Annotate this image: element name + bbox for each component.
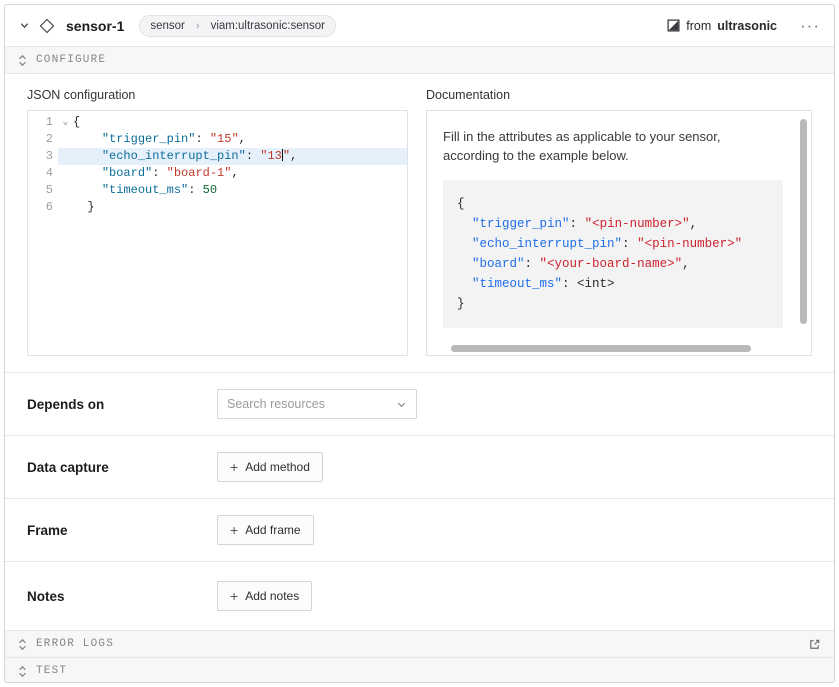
frame-label: Frame [27, 523, 217, 538]
frame-row: Frame + Add frame [5, 498, 834, 561]
notes-label: Notes [27, 589, 217, 604]
fold-gutter [58, 165, 73, 182]
from-label: from [686, 19, 711, 33]
fold-chevron-icon[interactable]: ⌄ [58, 114, 73, 131]
test-section-label: TEST [36, 665, 67, 677]
module-icon [667, 19, 680, 32]
line-number: 4 [28, 165, 58, 182]
add-notes-button-label: Add notes [245, 589, 299, 603]
doc-code-block: { "trigger_pin": "<pin-number>", "echo_i… [443, 180, 783, 328]
open-external-icon[interactable] [808, 638, 821, 651]
configure-section-label: CONFIGURE [36, 54, 106, 66]
add-method-button[interactable]: + Add method [217, 452, 323, 482]
editor-line[interactable]: 6 } [28, 199, 407, 216]
vertical-scrollbar-thumb[interactable] [800, 119, 807, 324]
depends-on-select[interactable]: Search resources [217, 389, 417, 419]
component-card: sensor-1 sensor › viam:ultrasonic:sensor… [4, 4, 835, 683]
component-title: sensor-1 [66, 18, 124, 34]
doc-code-line: "timeout_ms": <int> [457, 274, 769, 294]
json-editor[interactable]: 1⌄{2 "trigger_pin": "15",3 "echo_interru… [27, 110, 408, 356]
add-frame-button-label: Add frame [245, 523, 300, 537]
type-badge: sensor [140, 16, 195, 36]
editor-line[interactable]: 4 "board": "board-1", [28, 165, 407, 182]
collapse-chevron-icon[interactable] [19, 20, 30, 31]
line-number: 1 [28, 114, 58, 131]
unfold-icon [18, 638, 27, 651]
line-number: 2 [28, 131, 58, 148]
horizontal-scrollbar-thumb[interactable] [451, 345, 751, 352]
error-logs-section-label: ERROR LOGS [36, 638, 114, 650]
doc-code-line: "echo_interrupt_pin": "<pin-number>" [457, 234, 769, 254]
json-configuration-label: JSON configuration [27, 88, 408, 102]
error-logs-section-bar[interactable]: ERROR LOGS [5, 630, 834, 657]
documentation-panel: Fill in the attributes as applicable to … [426, 110, 812, 356]
from-module-name: ultrasonic [717, 19, 777, 33]
add-method-button-label: Add method [245, 460, 310, 474]
data-capture-row: Data capture + Add method [5, 435, 834, 498]
doc-code-line: "trigger_pin": "<pin-number>", [457, 214, 769, 234]
depends-on-placeholder: Search resources [227, 397, 396, 411]
test-section-bar[interactable]: TEST [5, 657, 834, 683]
line-number: 6 [28, 199, 58, 216]
doc-code-line: "board": "<your-board-name>", [457, 254, 769, 274]
fold-gutter [58, 199, 73, 216]
module-origin: from ultrasonic [667, 19, 777, 33]
documentation-intro-text: Fill in the attributes as applicable to … [443, 128, 773, 166]
unfold-icon [18, 665, 27, 678]
data-capture-label: Data capture [27, 460, 217, 475]
fold-gutter [58, 131, 73, 148]
depends-on-row: Depends on Search resources [5, 372, 834, 435]
documentation-label: Documentation [426, 88, 812, 102]
doc-code-line: { [457, 194, 769, 214]
editor-line[interactable]: 1⌄{ [28, 114, 407, 131]
chevron-down-icon [396, 399, 407, 410]
add-frame-button[interactable]: + Add frame [217, 515, 314, 545]
plus-icon: + [230, 523, 238, 537]
json-editor-lines: 1⌄{2 "trigger_pin": "15",3 "echo_interru… [28, 114, 407, 216]
unfold-icon [18, 54, 27, 67]
fold-gutter [58, 182, 73, 199]
line-number: 5 [28, 182, 58, 199]
model-badge: viam:ultrasonic:sensor [201, 16, 335, 36]
configure-content: JSON configuration 1⌄{2 "trigger_pin": "… [5, 74, 834, 372]
plus-icon: + [230, 460, 238, 474]
overflow-menu-icon[interactable]: ··· [800, 17, 820, 34]
editor-line[interactable]: 2 "trigger_pin": "15", [28, 131, 407, 148]
editor-line[interactable]: 3 "echo_interrupt_pin": "13", [28, 148, 407, 165]
add-notes-button[interactable]: + Add notes [217, 581, 312, 611]
notes-row: Notes + Add notes [5, 561, 834, 630]
line-number: 3 [28, 148, 58, 165]
plus-icon: + [230, 589, 238, 603]
component-type-badges: sensor › viam:ultrasonic:sensor [139, 15, 336, 37]
component-header: sensor-1 sensor › viam:ultrasonic:sensor… [5, 5, 834, 47]
configure-section-bar[interactable]: CONFIGURE [5, 47, 834, 74]
editor-line[interactable]: 5 "timeout_ms": 50 [28, 182, 407, 199]
depends-on-label: Depends on [27, 397, 217, 412]
fold-gutter [58, 148, 73, 165]
sensor-diamond-icon [39, 18, 55, 34]
doc-code-line: } [457, 294, 769, 314]
